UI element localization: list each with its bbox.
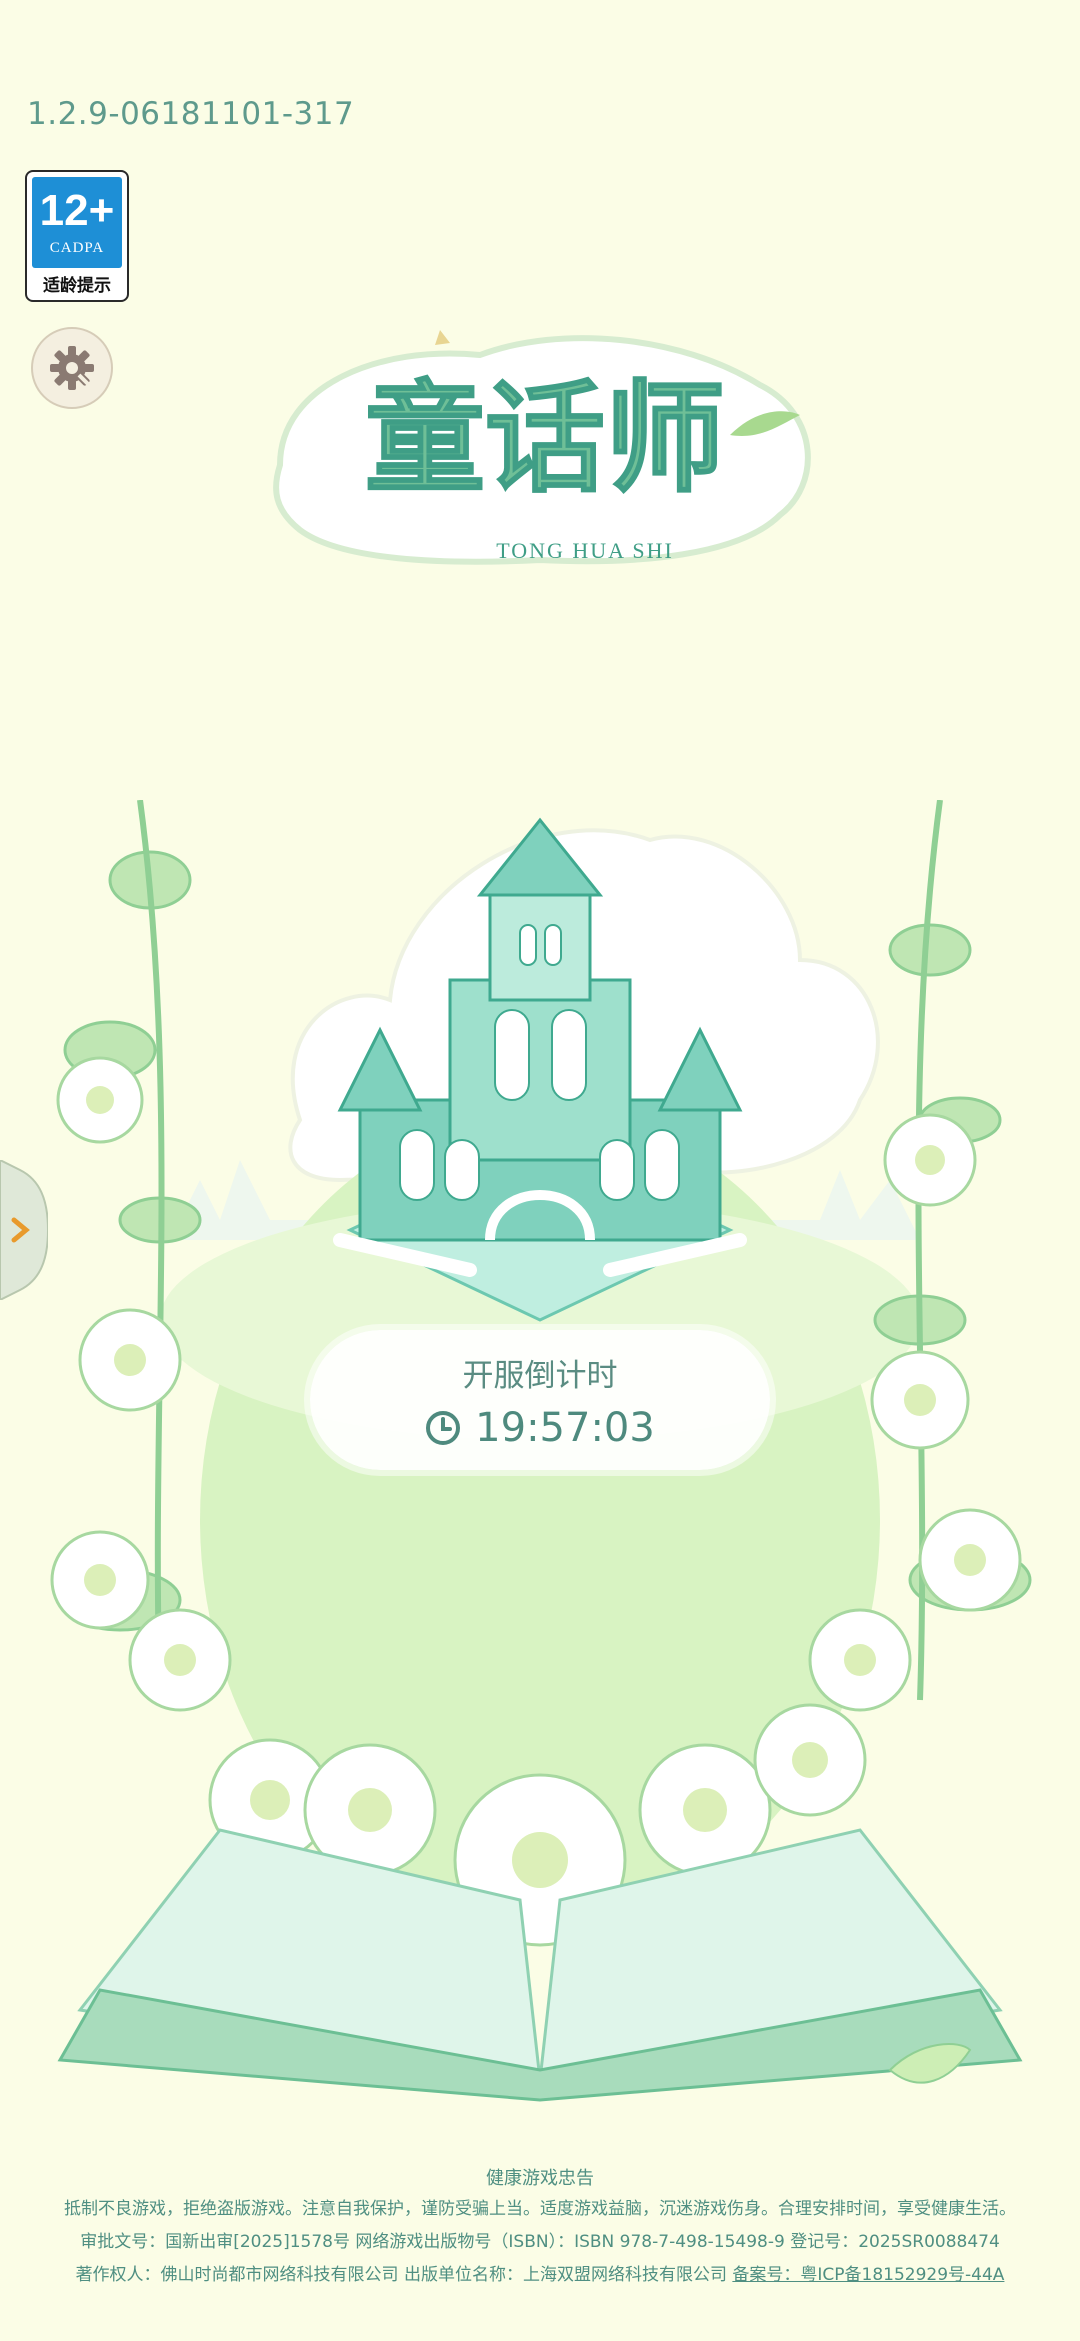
- footer-copyright-row: 著作权人：佛山时尚都市网络科技有限公司 出版单位名称：上海双盟网络科技有限公司 …: [0, 2259, 1080, 2292]
- footer-title: 健康游戏忠告: [486, 2168, 594, 2189]
- footer-approval: 审批文号：国新出审[2025]1578号 网络游戏出版物号（ISBN）：ISBN…: [80, 2232, 1000, 2252]
- age-rating-org: CADPA: [49, 240, 105, 256]
- footer-copyright: 著作权人：佛山时尚都市网络科技有限公司 出版单位名称：上海双盟网络科技有限公司: [75, 2265, 727, 2285]
- age-rating-badge[interactable]: 12+ CADPA 适龄提示: [25, 170, 129, 302]
- game-logo: 童话师 TONG HUA SHI: [273, 330, 811, 565]
- age-rating-label: 适龄提示: [43, 276, 111, 296]
- logo-subtitle: TONG HUA SHI: [496, 538, 674, 563]
- footer-advice: 抵制不良游戏，拒绝盗版游戏。注意自我保护，谨防受骗上当。适度游戏益脑，沉迷游戏伤…: [64, 2199, 1016, 2219]
- countdown-time: 19:57:03: [475, 1405, 655, 1451]
- icp-link[interactable]: 备案号：粤ICP备18152929号-44A: [732, 2265, 1004, 2285]
- logo-title: 童话师: [365, 368, 725, 509]
- clock-icon: [426, 1411, 461, 1445]
- health-advisory-footer: 健康游戏忠告 抵制不良游戏，拒绝盗版游戏。注意自我保护，谨防受骗上当。适度游戏益…: [0, 2165, 1080, 2292]
- age-rating-number: 12+: [39, 186, 115, 235]
- countdown-time-row: 19:57:03: [310, 1405, 770, 1451]
- age-rating-box: 12+ CADPA: [32, 177, 122, 268]
- countdown-label: 开服倒计时: [462, 1358, 618, 1394]
- gear-icon: [50, 346, 94, 390]
- version-label: 1.2.9-06181101-317: [27, 96, 355, 132]
- settings-button[interactable]: [31, 327, 113, 409]
- server-countdown-panel: 开服倒计时 19:57:03: [310, 1330, 770, 1470]
